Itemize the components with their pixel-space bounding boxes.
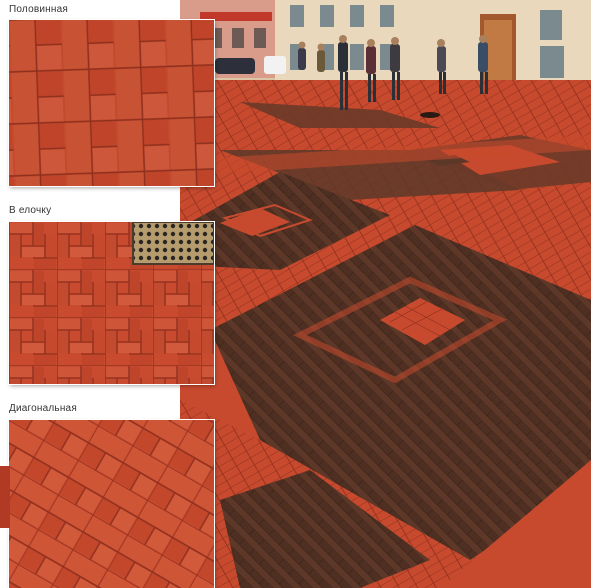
pattern-swatch-diagonal: [9, 420, 214, 588]
pattern-label-running-bond: Половинная: [9, 4, 72, 15]
pattern-label-diagonal: Диагональная: [9, 403, 81, 414]
pattern-swatch-running-bond: [9, 20, 214, 186]
paving-photo: [180, 0, 591, 588]
accent-tab: [0, 466, 10, 528]
pattern-label-herringbone: В елочку: [9, 205, 56, 216]
pattern-swatch-herringbone: [9, 222, 214, 384]
